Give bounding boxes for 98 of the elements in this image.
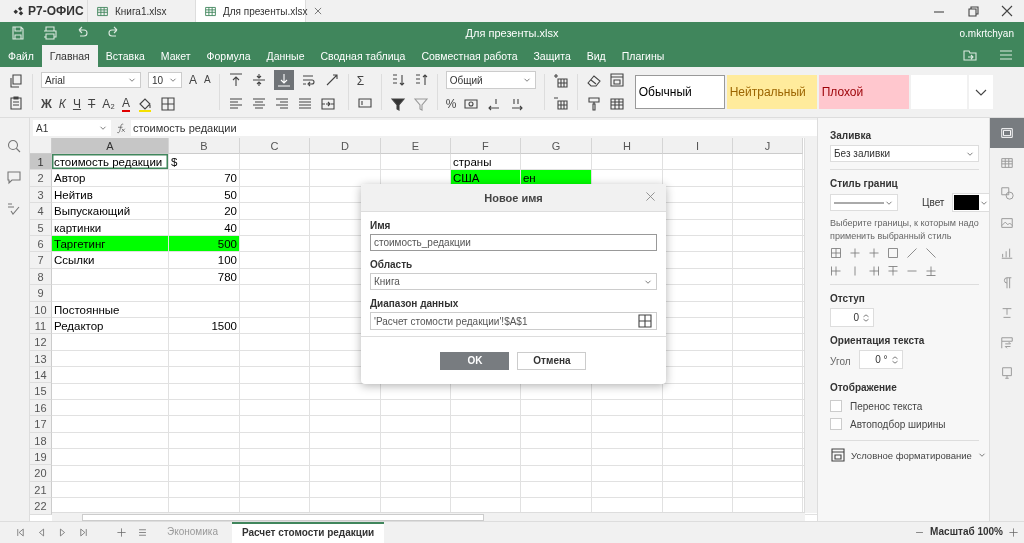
table-cell-text: Постоянные — [52, 302, 121, 317]
italic-button[interactable]: К — [58, 96, 66, 112]
menu-tab[interactable]: Файл — [0, 45, 42, 67]
table-cell-text: 70 — [223, 171, 238, 186]
menu-tab[interactable]: Защита — [525, 45, 579, 67]
checkbox-label: Автоподбор ширины — [850, 418, 946, 430]
table-cell-text: Нейтив — [52, 187, 94, 203]
column-header[interactable]: E — [380, 138, 451, 154]
row-header[interactable]: 14 — [29, 367, 52, 384]
font-select[interactable]: Arial — [41, 72, 141, 88]
cell-style-preview[interactable]: Обычный — [634, 75, 725, 109]
zoom-level: Масштаб 100% — [930, 525, 1003, 539]
border-hint: Выберите границы, к которым надо применить выбранный стиль — [830, 217, 980, 243]
row-header[interactable]: 1 — [29, 154, 52, 171]
row-header[interactable]: 20 — [29, 465, 52, 482]
color-label: Цвет — [922, 197, 945, 208]
menu-tab[interactable]: Главная — [41, 45, 98, 67]
font-size-select[interactable]: 10 — [148, 72, 182, 88]
row-header[interactable]: 7 — [29, 252, 52, 269]
table-cell-text: 50 — [223, 187, 238, 203]
checkbox-label: Перенос текста — [850, 400, 923, 412]
section-title: Заливка — [830, 130, 872, 141]
column-header[interactable]: I — [662, 138, 733, 154]
column-header[interactable]: G — [520, 138, 592, 154]
underline-button[interactable]: Ч — [72, 96, 81, 112]
number-format-select[interactable]: Общий — [445, 71, 536, 89]
row-header[interactable]: 17 — [29, 416, 52, 433]
menu-tab[interactable]: Вид — [578, 45, 614, 67]
document-title: Для презенты.xlsx — [464, 27, 560, 39]
table-cell-text: 1500 — [210, 318, 238, 334]
row-header[interactable]: 4 — [29, 203, 52, 220]
column-header[interactable]: C — [239, 138, 310, 154]
menu-tab[interactable]: Плагины — [613, 45, 673, 67]
subscript-button[interactable]: A₂ — [102, 96, 115, 112]
fill-select[interactable]: Без заливки — [830, 145, 980, 162]
cell-style-preview[interactable]: Нейтральный — [726, 75, 817, 109]
row-header[interactable]: 15 — [29, 383, 52, 400]
table-cell-text: Редактор — [52, 318, 105, 334]
column-header[interactable]: J — [732, 138, 803, 154]
table-cell-text: 780 — [216, 269, 238, 285]
table-cell-text: $ — [169, 155, 179, 170]
column-header[interactable]: H — [591, 138, 663, 154]
range-field[interactable]: 'Расчет стомости редакции'!$A$1 — [369, 312, 657, 330]
menu-tab[interactable]: Совместная работа — [413, 45, 526, 67]
table-cell-text: Выпускающий — [52, 204, 132, 219]
cancel-button[interactable]: Отмена — [517, 351, 587, 370]
angle-label: Угол — [830, 356, 851, 367]
indent-spinner[interactable]: 0 — [830, 308, 875, 327]
field-label: Область — [369, 259, 414, 270]
row-header[interactable]: 2 — [29, 170, 52, 187]
row-header[interactable]: 12 — [29, 334, 52, 351]
table-cell: 500 — [168, 235, 239, 252]
ok-button[interactable]: OK — [440, 351, 510, 370]
table-cell-text: Ссылки — [52, 253, 96, 268]
font-color-button[interactable]: A — [121, 96, 130, 112]
menu-tab[interactable]: Макет — [152, 45, 199, 67]
column-header[interactable]: D — [309, 138, 381, 154]
name-field[interactable]: стоимость_редакции — [369, 234, 657, 251]
dialog-title: Новое имя — [484, 191, 543, 204]
section-title: Отображение — [830, 382, 897, 393]
table-cell-text: страны — [451, 155, 493, 170]
table-cell-text: картинки — [52, 220, 103, 235]
field-label: Диапазон данных — [369, 298, 460, 309]
section-title: Отступ — [830, 293, 865, 304]
menu-tab[interactable]: Сводная таблица — [312, 45, 414, 67]
menu-tab[interactable]: Вставка — [97, 45, 153, 67]
row-header[interactable]: 9 — [29, 285, 52, 302]
percent-button[interactable]: % — [445, 96, 457, 112]
table-cell-text: 40 — [223, 220, 238, 235]
user-name[interactable]: o.mkrtchyan — [959, 27, 1014, 39]
table-cell-text: 20 — [223, 204, 238, 219]
name-box[interactable]: A1 — [32, 120, 111, 136]
table-cell: Таргетинг — [51, 235, 168, 252]
column-header[interactable]: F — [450, 138, 521, 154]
strikethrough-button[interactable]: T — [87, 96, 96, 112]
formula-field[interactable]: стоимость редакции — [130, 120, 818, 136]
bold-button[interactable]: Ж — [41, 96, 52, 112]
row-header[interactable]: 22 — [29, 498, 52, 515]
menu-tab[interactable]: Данные — [258, 45, 313, 67]
menu-tab[interactable]: Формула — [198, 45, 259, 67]
app-logo: Р7-ОФИС — [28, 4, 84, 18]
scope-select[interactable]: Книга — [369, 273, 657, 290]
cell-style-preview[interactable]: Плохой — [818, 75, 909, 109]
column-header[interactable]: A — [51, 138, 169, 154]
row-header[interactable]: 19 — [29, 449, 52, 466]
table-cell-text: 100 — [216, 253, 238, 268]
decrease-font-button[interactable]: A — [204, 72, 211, 88]
increase-font-button[interactable]: A — [189, 72, 197, 88]
table-cell-text: Автор — [52, 171, 87, 186]
column-header[interactable]: B — [168, 138, 240, 154]
conditional-format-button[interactable]: Условное форматирование — [830, 447, 987, 463]
section-title: Стиль границ — [830, 178, 898, 189]
active-cell: стоимость редакции — [51, 154, 168, 170]
sheet-tab[interactable]: Расчет стомости редакции — [231, 522, 385, 543]
sum-button[interactable]: Σ — [356, 73, 365, 89]
field-label: Имя — [369, 220, 392, 231]
section-title: Ориентация текста — [830, 335, 925, 346]
angle-spinner[interactable]: 0 ° — [858, 350, 903, 369]
